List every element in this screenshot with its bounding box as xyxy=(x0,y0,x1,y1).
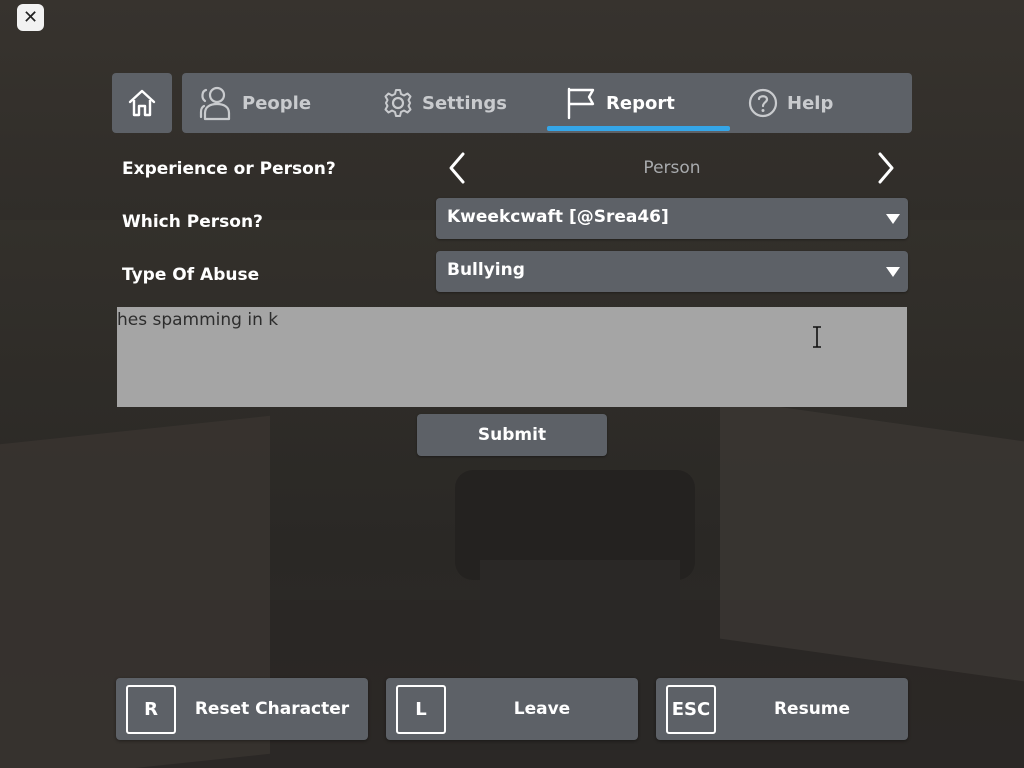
type-of-abuse-value: Bullying xyxy=(447,260,525,280)
report-description-textbox[interactable]: hes spamming in k xyxy=(117,307,907,407)
which-person-dropdown[interactable]: Kweekcwaft [@Srea46] xyxy=(436,198,908,239)
tab-people[interactable]: People xyxy=(196,73,311,133)
home-tab[interactable] xyxy=(112,73,172,133)
gear-icon xyxy=(384,89,412,117)
tab-help[interactable]: Help xyxy=(747,73,833,133)
experience-or-person-label: Experience or Person? xyxy=(122,159,336,179)
tab-settings-label: Settings xyxy=(422,92,507,114)
which-person-label: Which Person? xyxy=(122,212,263,232)
resume-label: Resume xyxy=(773,699,851,719)
people-icon xyxy=(199,86,231,121)
flag-icon xyxy=(567,87,595,120)
resume-button[interactable]: ESC Resume xyxy=(656,678,908,740)
tab-report-label: Report xyxy=(606,92,675,114)
submit-label: Submit xyxy=(477,425,547,445)
reset-character-button[interactable]: R Reset Character xyxy=(116,678,368,740)
keybind-badge: ESC xyxy=(666,685,716,734)
close-icon: ✕ xyxy=(22,7,39,28)
tab-bar: People Settings Report Help xyxy=(182,73,912,133)
chevron-left-icon xyxy=(449,152,465,184)
submit-button[interactable]: Submit xyxy=(417,414,607,456)
which-person-value: Kweekcwaft [@Srea46] xyxy=(447,207,669,227)
experience-or-person-value: Person xyxy=(643,158,701,178)
chevron-right-icon xyxy=(878,152,894,184)
help-icon xyxy=(748,88,778,118)
leave-button[interactable]: L Leave xyxy=(386,678,638,740)
keybind-badge: L xyxy=(396,685,446,734)
caret-down-icon xyxy=(886,214,900,224)
close-button[interactable]: ✕ xyxy=(17,4,44,31)
caret-down-icon xyxy=(886,267,900,277)
next-option-button[interactable] xyxy=(871,148,901,188)
active-tab-indicator xyxy=(547,126,730,131)
home-icon xyxy=(128,89,156,117)
text-cursor-icon xyxy=(813,326,821,348)
type-of-abuse-label: Type Of Abuse xyxy=(122,265,260,285)
tab-people-label: People xyxy=(242,92,312,114)
tab-help-label: Help xyxy=(787,92,834,114)
reset-character-label: Reset Character xyxy=(194,699,350,719)
tab-settings[interactable]: Settings xyxy=(382,73,507,133)
keybind-badge: R xyxy=(126,685,176,734)
report-description-text: hes spamming in k xyxy=(117,310,279,330)
tab-report[interactable]: Report xyxy=(564,73,675,133)
leave-label: Leave xyxy=(513,699,571,719)
type-of-abuse-dropdown[interactable]: Bullying xyxy=(436,251,908,292)
previous-option-button[interactable] xyxy=(442,148,472,188)
